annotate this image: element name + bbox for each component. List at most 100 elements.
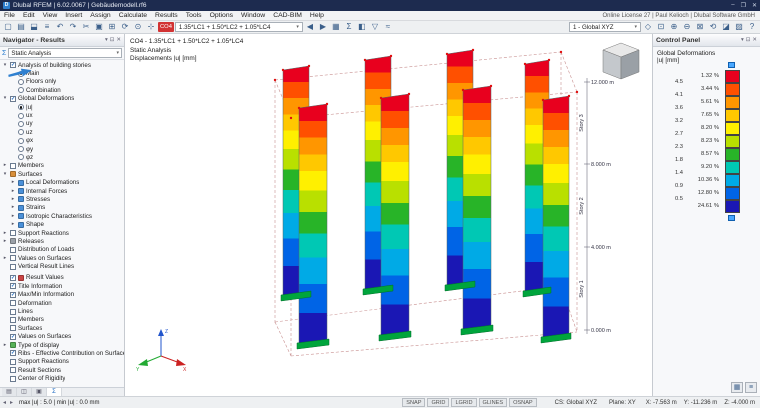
radio-icon[interactable]: [18, 87, 24, 94]
results-sum-icon[interactable]: Σ: [343, 21, 355, 33]
legend-color-band[interactable]: [725, 109, 740, 122]
checkbox-icon[interactable]: [10, 230, 16, 236]
load-combination-select[interactable]: 1.35*LC1 + 1.50*LC2 + 1.05*LC4 ▾: [174, 22, 303, 32]
navigator-tab-results[interactable]: Σ: [47, 388, 62, 396]
checkbox-icon[interactable]: ✓: [10, 274, 16, 281]
maximize-button[interactable]: ❐: [741, 2, 746, 9]
expander-icon[interactable]: ▸: [2, 231, 8, 236]
next-case-icon[interactable]: ▶: [317, 21, 329, 33]
tree-item[interactable]: ▾ ✓ Global Deformations: [0, 95, 124, 103]
refresh-icon[interactable]: ⟳: [119, 21, 131, 33]
expander-icon[interactable]: ▸: [2, 256, 8, 261]
legend-color-band[interactable]: [725, 200, 740, 213]
menu-cad-bim[interactable]: CAD-BIM: [269, 11, 306, 21]
menu-window[interactable]: Window: [237, 11, 269, 21]
checkbox-icon[interactable]: ✓: [10, 62, 16, 69]
radio-icon[interactable]: [18, 120, 24, 127]
legend-color-band[interactable]: [725, 148, 740, 161]
menu-options[interactable]: Options: [206, 11, 237, 21]
navigator-tab-display[interactable]: ◫: [17, 388, 32, 396]
zoom-icon[interactable]: ⊙: [132, 21, 144, 33]
radio-icon[interactable]: [18, 137, 24, 144]
cut-icon[interactable]: ✂: [80, 21, 92, 33]
menu-edit[interactable]: Edit: [19, 11, 39, 21]
minimize-button[interactable]: –: [731, 2, 734, 9]
expander-icon[interactable]: ▾: [2, 172, 8, 177]
help-icon[interactable]: ?: [746, 21, 758, 33]
rotate-view-icon[interactable]: ⟲: [707, 21, 719, 33]
tab-scroll-right-icon[interactable]: ▸: [10, 399, 13, 406]
menu-view[interactable]: View: [39, 11, 62, 21]
fit-view-icon[interactable]: ⊠: [694, 21, 706, 33]
zoom-in-icon[interactable]: ⊕: [668, 21, 680, 33]
view-selector[interactable]: 1 - Global XYZ ▾: [569, 22, 641, 32]
pin-icon[interactable]: ⊡: [746, 37, 751, 43]
radio-icon[interactable]: [18, 146, 24, 153]
menu-results[interactable]: Results: [151, 11, 182, 21]
menu-tools[interactable]: Tools: [182, 11, 206, 21]
checkbox-icon[interactable]: [10, 325, 16, 332]
checkbox-icon[interactable]: [10, 246, 16, 253]
tree-item[interactable]: ✓ Ribs - Effective Contribution on Surfac…: [0, 349, 124, 357]
checkbox-icon[interactable]: [10, 316, 16, 323]
open-model-icon[interactable]: ▤: [15, 21, 27, 33]
menu-insert[interactable]: Insert: [61, 11, 86, 21]
analysis-type-select[interactable]: Static Analysis ▾: [8, 48, 122, 58]
result-filter-icon[interactable]: ▽: [369, 21, 381, 33]
isometric-view-icon[interactable]: ◇: [642, 21, 654, 33]
panel-options-button[interactable]: ▦: [731, 382, 743, 393]
tree-item[interactable]: uz: [0, 128, 124, 136]
tree-item[interactable]: Distribution of Loads: [0, 246, 124, 254]
undo-icon[interactable]: ↶: [54, 21, 66, 33]
tree-item[interactable]: ▸ Type of display: [0, 341, 124, 349]
radio-icon[interactable]: [18, 154, 24, 161]
tree-item[interactable]: Floors only: [0, 78, 124, 86]
tree-item[interactable]: Members: [0, 316, 124, 324]
tree-item[interactable]: ▸ Members: [0, 162, 124, 170]
toggle-glines[interactable]: GLINES: [478, 398, 508, 407]
toggle-lgrid[interactable]: LGRID: [451, 398, 477, 407]
tab-scroll-left-icon[interactable]: ◂: [3, 399, 6, 406]
render-mode-icon[interactable]: ▨: [733, 21, 745, 33]
tree-item[interactable]: ▸ Local Deformations: [0, 178, 124, 186]
panel-collapse-button[interactable]: ≡: [745, 382, 757, 393]
show-results-icon[interactable]: ◧: [356, 21, 368, 33]
tree-item[interactable]: ▸ Values on Surfaces: [0, 254, 124, 262]
tree-item[interactable]: Surfaces: [0, 324, 124, 332]
checkbox-icon[interactable]: [10, 162, 16, 169]
print-icon[interactable]: ≡: [41, 21, 53, 33]
expander-icon[interactable]: ▸: [2, 343, 8, 348]
tree-item[interactable]: φz: [0, 153, 124, 161]
legend-color-band[interactable]: [725, 83, 740, 96]
expander-icon[interactable]: ▸: [10, 222, 16, 227]
checkbox-icon[interactable]: [10, 263, 16, 270]
toggle-osnap[interactable]: OSNAP: [509, 398, 537, 407]
zoom-out-icon[interactable]: ⊖: [681, 21, 693, 33]
legend-color-band[interactable]: [725, 135, 740, 148]
expander-icon[interactable]: ▸: [10, 205, 16, 210]
tree-item[interactable]: Result Sections: [0, 366, 124, 374]
tree-item[interactable]: ✓ Result Values: [0, 274, 124, 282]
close-button[interactable]: ✕: [752, 2, 757, 9]
checkbox-icon[interactable]: [10, 367, 16, 374]
menu-calculate[interactable]: Calculate: [115, 11, 151, 21]
menu-assign[interactable]: Assign: [86, 11, 114, 21]
legend-handle-top[interactable]: [728, 62, 735, 68]
legend-color-band[interactable]: [725, 122, 740, 135]
model-view[interactable]: 12.000 m 8.000 m 4.000 m 0.000 m Story 3…: [125, 34, 652, 396]
main-canvas[interactable]: CO4 - 1.35*LC1 + 1.50*LC2 + 1.05*LC4 Sta…: [125, 34, 652, 396]
expander-icon[interactable]: ▾: [2, 63, 8, 68]
pin-icon[interactable]: ⊡: [110, 37, 115, 43]
checkbox-icon[interactable]: [10, 300, 16, 307]
radio-icon[interactable]: [18, 129, 24, 136]
tree-item[interactable]: ▸ Support Reactions: [0, 229, 124, 237]
new-model-icon[interactable]: ▢: [2, 21, 14, 33]
menu-help[interactable]: Help: [306, 11, 328, 21]
tree-item[interactable]: Support Reactions: [0, 358, 124, 366]
tree-item[interactable]: ▾ Surfaces: [0, 170, 124, 178]
building-walls[interactable]: [282, 49, 570, 345]
checkbox-icon[interactable]: [10, 255, 16, 262]
redo-icon[interactable]: ↷: [67, 21, 79, 33]
tree-item[interactable]: ▾ ✓ Analysis of building stories: [0, 61, 124, 69]
legend-color-band[interactable]: [725, 96, 740, 109]
